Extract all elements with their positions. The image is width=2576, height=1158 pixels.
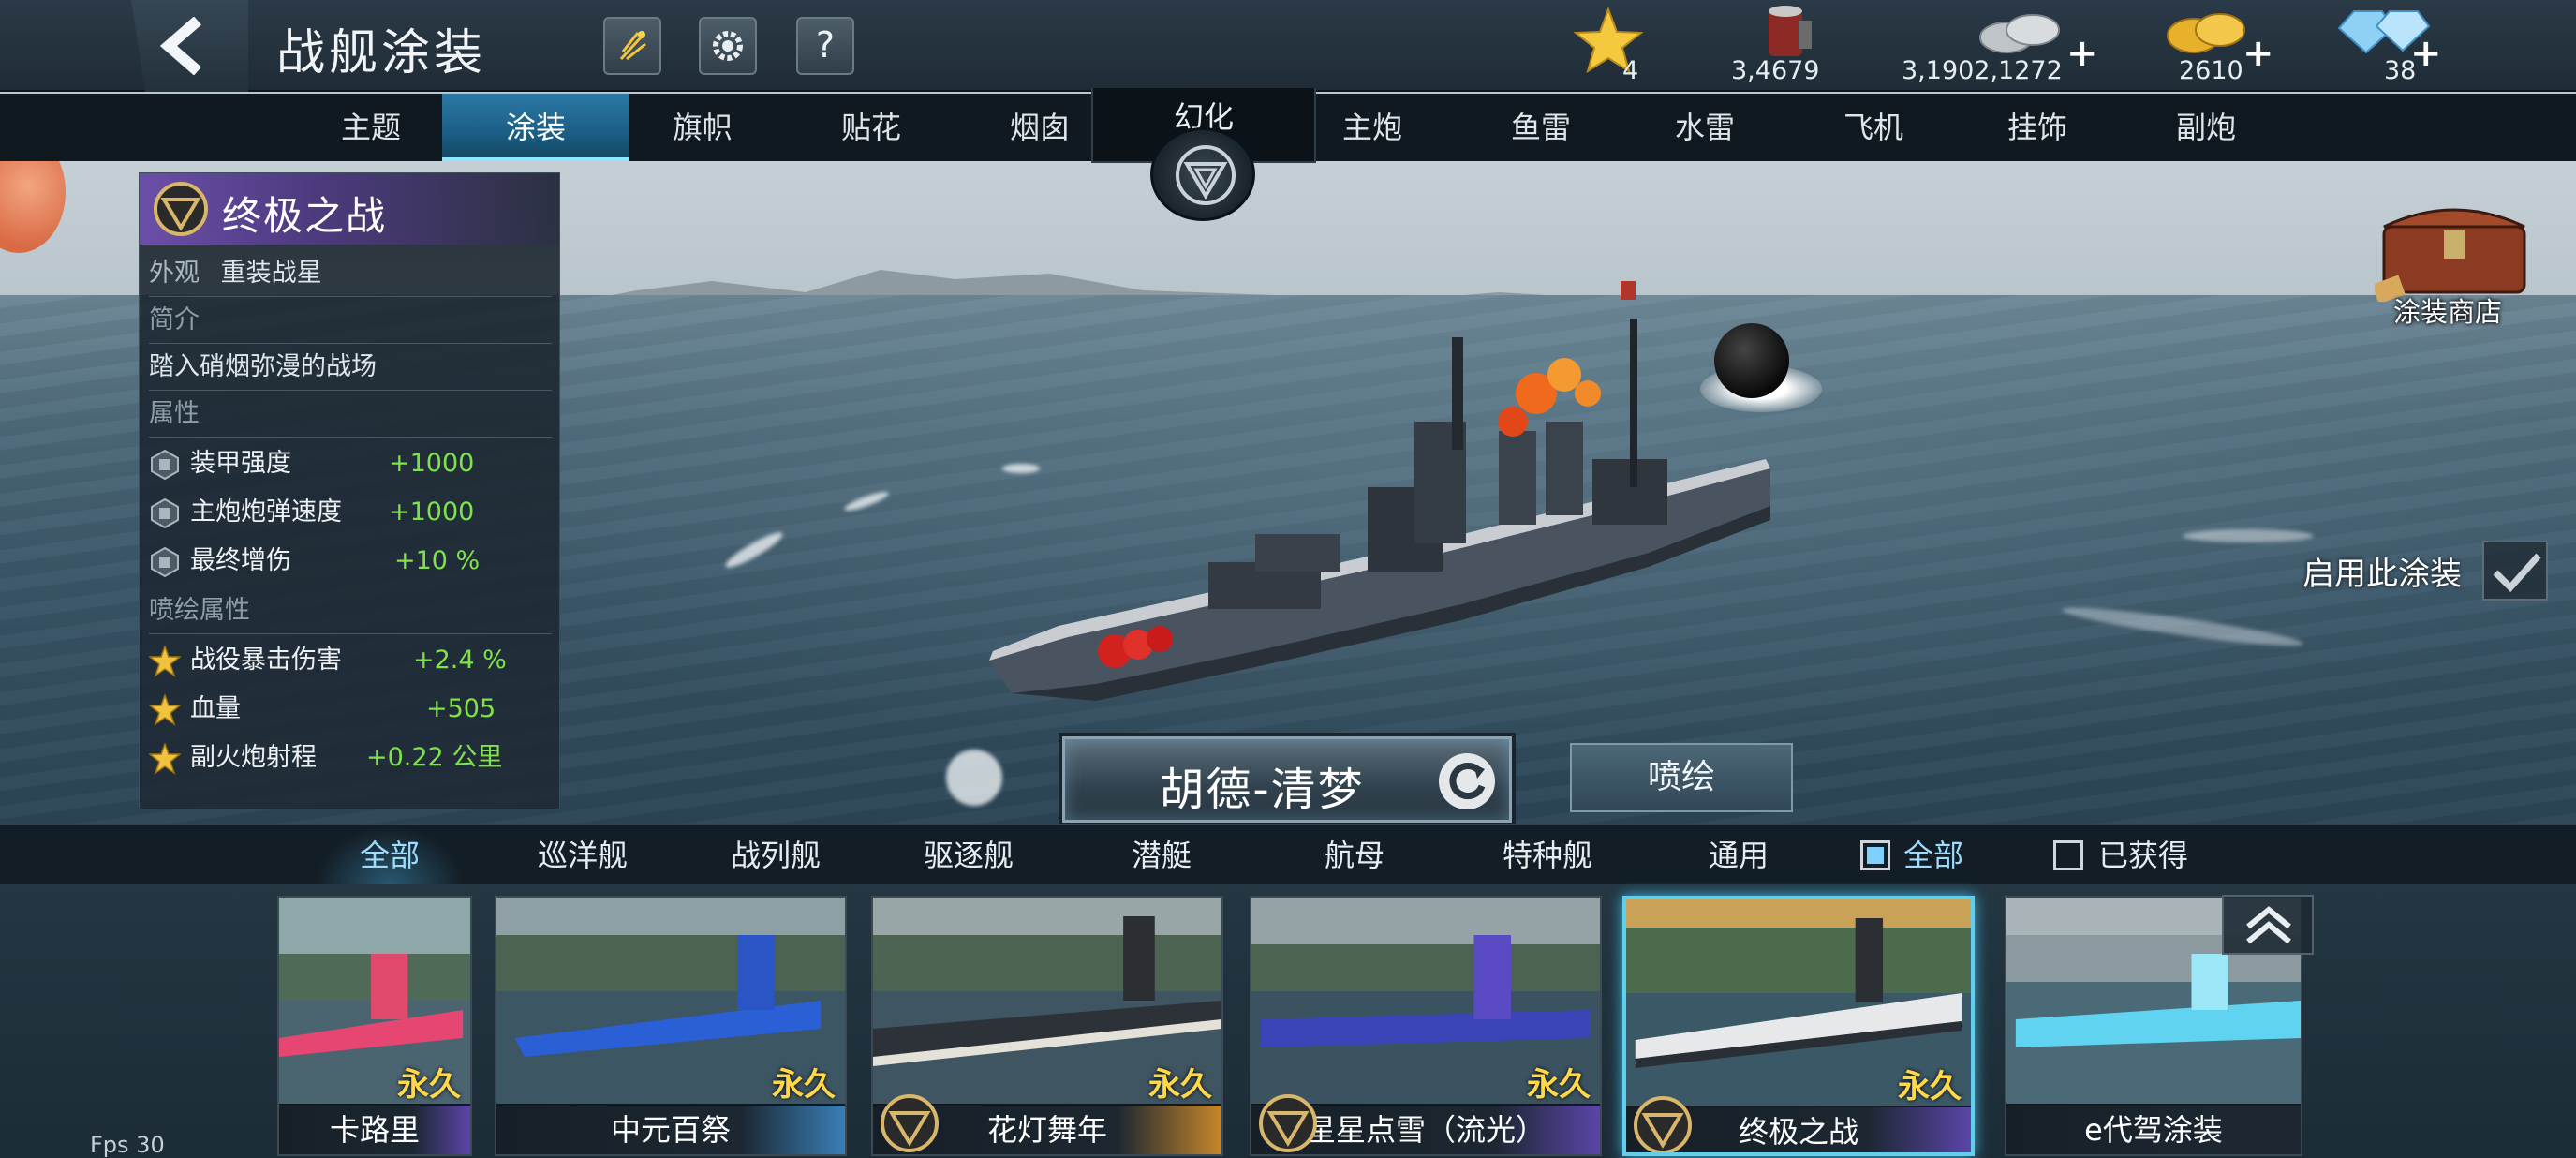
intro-text: 踏入硝烟弥漫的战场 xyxy=(149,344,552,391)
ship-name-plate: 胡德-清梦 xyxy=(1062,736,1512,823)
skin-name: 终极之战 xyxy=(222,193,388,239)
skin-emblem-icon xyxy=(881,1094,939,1152)
silver-coin-icon xyxy=(1979,14,2060,53)
add-diamond-button[interactable]: + xyxy=(2410,32,2442,75)
filter-all[interactable]: 全部 xyxy=(315,825,465,885)
skin-card-selected[interactable]: 永久 终极之战 xyxy=(1622,896,1975,1156)
ship-name: 胡德-清梦 xyxy=(1159,764,1365,816)
owned-label: 已获得 xyxy=(2098,838,2189,873)
add-gold-button[interactable]: + xyxy=(2243,32,2274,75)
help-button[interactable]: ? xyxy=(796,17,854,75)
gear-icon xyxy=(713,31,743,61)
skin-card-name: 卡路里 xyxy=(279,1106,470,1154)
illusion-emblem[interactable] xyxy=(1150,127,1255,221)
filter-general[interactable]: 通用 xyxy=(1664,825,1814,885)
skin-card[interactable]: 永久 花灯舞年 xyxy=(871,896,1223,1156)
refresh-icon[interactable] xyxy=(1436,750,1498,812)
skin-emblem-icon xyxy=(154,182,208,236)
skin-emblem-icon xyxy=(1634,1096,1692,1152)
attr-label: 属性 xyxy=(149,391,552,438)
top-bar: 战舰涂装 ? 4 3,4679 3,1902,1272 + 2610 + 38 … xyxy=(0,0,2576,92)
paint-resource[interactable]: 3,4679 xyxy=(1724,0,1873,92)
paint-store-button[interactable]: 涂装商店 xyxy=(2372,199,2539,328)
back-button[interactable] xyxy=(131,0,248,92)
tab-flag[interactable]: 旗帜 xyxy=(618,94,787,161)
armor-hex-icon xyxy=(151,449,179,481)
silver-resource[interactable]: 3,1902,1272 + xyxy=(1902,0,2098,92)
fps-counter: Fps 30 xyxy=(90,1132,165,1158)
skin-info-panel: 终极之战 外观 重装战星 简介 踏入硝烟弥漫的战场 属性 装甲强度 +1000 … xyxy=(139,172,560,809)
treasure-chest-icon xyxy=(2372,208,2526,304)
armor-hex-icon xyxy=(151,546,179,578)
tab-theme[interactable]: 主题 xyxy=(287,94,455,161)
skin-title-bar: 终极之战 xyxy=(140,173,559,245)
help-icon: ? xyxy=(815,24,836,66)
enable-label: 启用此涂装 xyxy=(2302,556,2462,593)
tab-mine[interactable]: 水雷 xyxy=(1621,94,1789,161)
diamond-resource[interactable]: 38 + xyxy=(2328,0,2459,92)
tab-aircraft[interactable]: 飞机 xyxy=(1789,94,1958,161)
attr-row: 装甲强度 +1000 xyxy=(149,439,552,488)
spray-attr-row: 副火炮射程 +0.22 公里 xyxy=(149,734,552,782)
battleship-model xyxy=(989,281,1770,701)
skin-card-strip: 永久 卡路里 永久 中元百祭 永久 花灯舞年 永久 星星点雪（流光） 永久 终极… xyxy=(0,884,2576,1158)
look-value: 重装战星 xyxy=(220,259,322,288)
store-label: 涂装商店 xyxy=(2393,296,2503,328)
tab-decal[interactable]: 贴花 xyxy=(787,94,955,161)
attr-row: 最终增伤 +10 % xyxy=(149,537,552,586)
filter-cruiser[interactable]: 巡洋舰 xyxy=(508,825,658,885)
star-icon xyxy=(149,743,181,775)
enable-checkbox[interactable] xyxy=(2482,541,2548,601)
add-silver-button[interactable]: + xyxy=(2066,32,2098,75)
skin-card-name: 中元百祭 xyxy=(496,1106,845,1154)
filter-special[interactable]: 特种舰 xyxy=(1473,825,1622,885)
look-label: 外观 xyxy=(149,259,200,288)
check-all-checkbox[interactable] xyxy=(1860,840,1890,870)
triangle-emblem-icon xyxy=(1176,145,1236,205)
page-title: 战舰涂装 xyxy=(276,25,487,82)
star-icon xyxy=(149,694,181,726)
double-chevron-up-icon xyxy=(2246,906,2291,944)
paint-bucket-icon xyxy=(1769,6,1812,56)
back-arrow-icon xyxy=(159,17,201,75)
spray-attr-label: 喷绘属性 xyxy=(149,587,552,634)
owned-checkbox[interactable] xyxy=(2053,840,2083,870)
tab-secondary-gun[interactable]: 副炮 xyxy=(2122,94,2290,161)
intro-label: 简介 xyxy=(149,297,552,344)
checkmark-icon xyxy=(2493,553,2541,593)
attr-row: 主炮炮弹速度 +1000 xyxy=(149,488,552,537)
spray-attr-row: 战役暴击伤害 +2.4 % xyxy=(149,636,552,685)
expand-up-button[interactable] xyxy=(2222,895,2314,955)
gold-coin-icon xyxy=(2167,13,2245,53)
check-all-label: 全部 xyxy=(1903,838,1964,873)
fireworks-button[interactable] xyxy=(603,17,661,75)
tab-paint[interactable]: 涂装 xyxy=(442,94,629,161)
skin-card[interactable]: 永久 中元百祭 xyxy=(495,896,847,1156)
gold-resource[interactable]: 2610 + xyxy=(2145,0,2286,92)
filter-carrier[interactable]: 航母 xyxy=(1280,825,1429,885)
filter-destroyer[interactable]: 驱逐舰 xyxy=(894,825,1044,885)
spray-button[interactable]: 喷绘 xyxy=(1570,743,1793,812)
skin-card[interactable]: 永久 卡路里 xyxy=(277,896,472,1156)
fireworks-icon xyxy=(619,31,646,61)
star-icon xyxy=(149,646,181,677)
settings-button[interactable] xyxy=(699,17,757,75)
tab-torpedo[interactable]: 鱼雷 xyxy=(1457,94,1625,161)
filter-bar: 全部 巡洋舰 战列舰 驱逐舰 潜艇 航母 特种舰 通用 全部 已获得 xyxy=(0,824,2576,885)
spray-attr-row: 血量 +505 xyxy=(149,685,552,734)
filter-submarine[interactable]: 潜艇 xyxy=(1087,825,1236,885)
armor-hex-icon xyxy=(151,497,179,529)
tab-ornament[interactable]: 挂饰 xyxy=(1953,94,2122,161)
look-row: 外观 重装战星 xyxy=(149,250,552,297)
filter-battleship[interactable]: 战列舰 xyxy=(701,825,851,885)
skin-emblem-icon xyxy=(1259,1094,1317,1152)
skin-card-name: e代驾涂装 xyxy=(2006,1106,2301,1154)
star-resource[interactable]: 4 xyxy=(1574,0,1686,92)
skin-card[interactable]: 永久 星星点雪（流光） xyxy=(1250,896,1602,1156)
